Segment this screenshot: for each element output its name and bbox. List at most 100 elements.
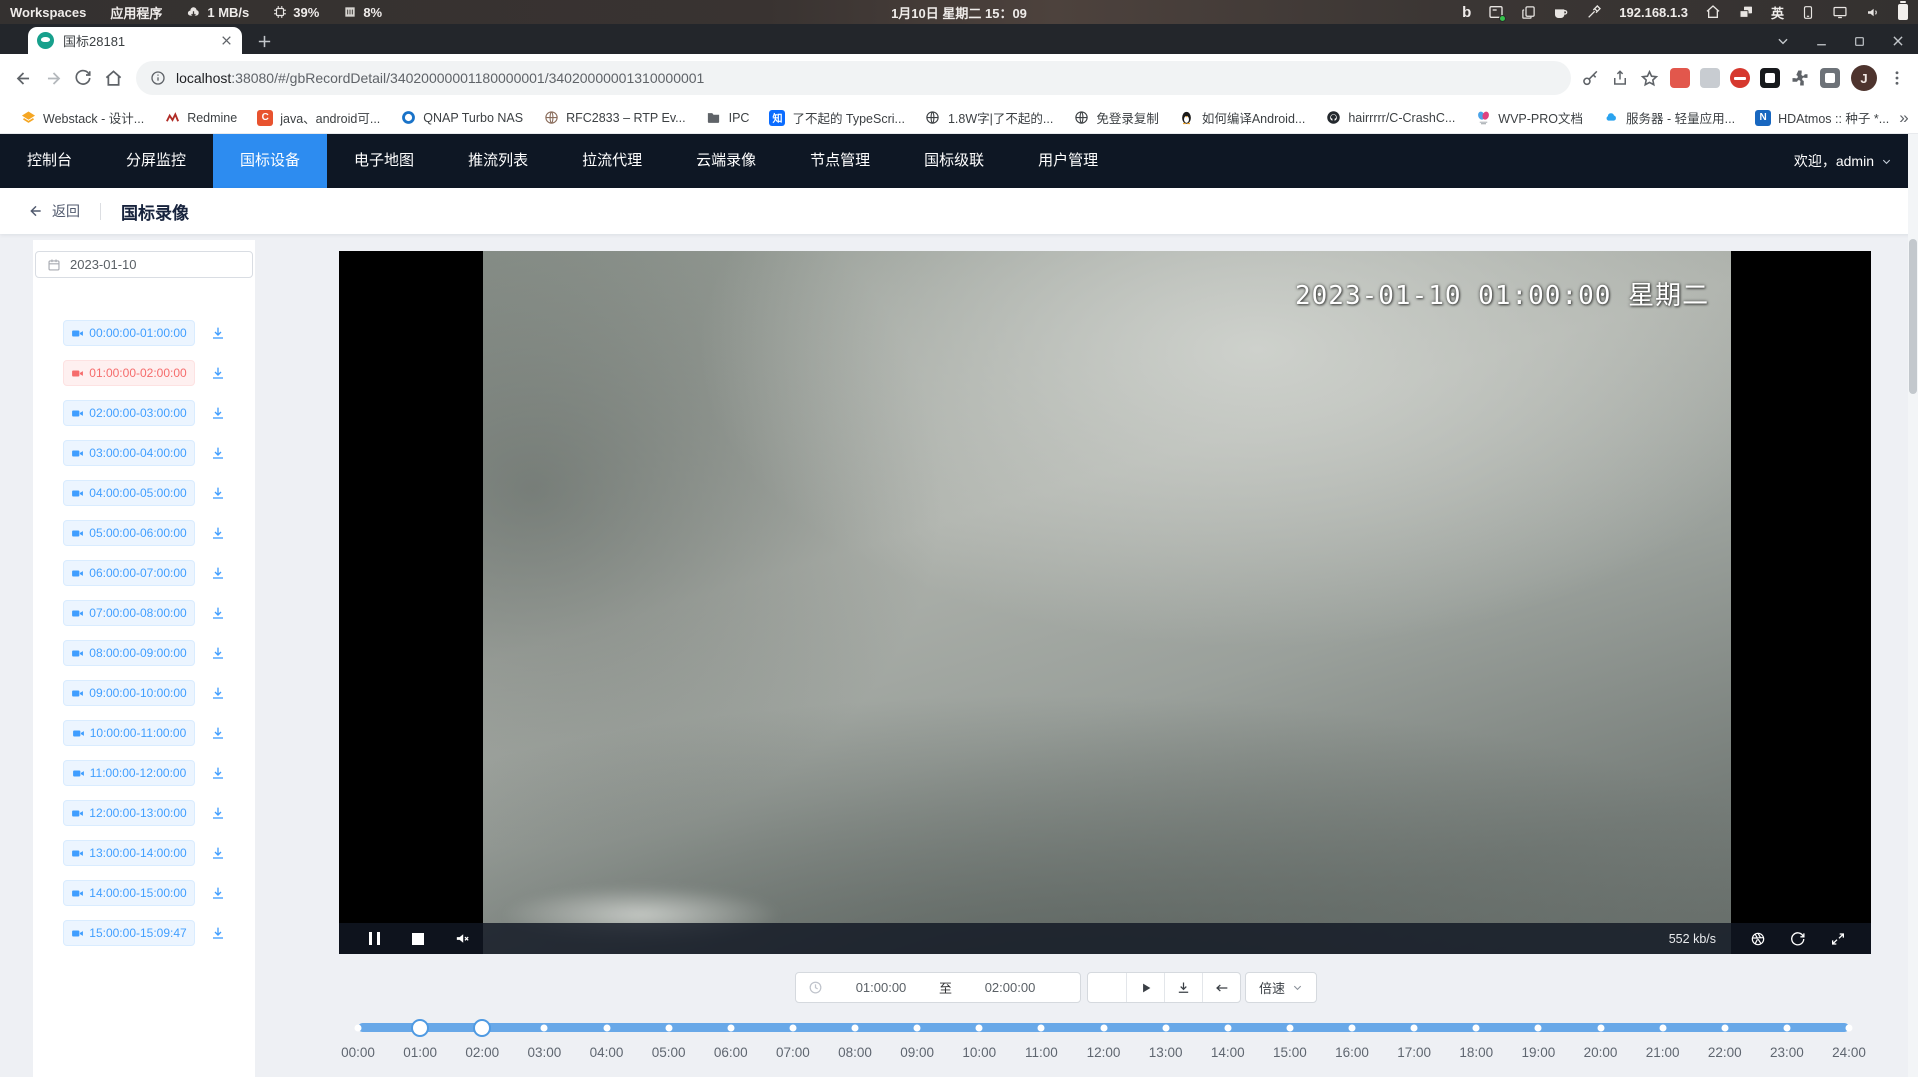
play-button[interactable] [1126, 973, 1164, 1002]
download-clip-button[interactable] [210, 765, 226, 781]
clock[interactable]: 1月10日 星期二 15：09 [891, 3, 1027, 22]
download-clip-button[interactable] [210, 405, 226, 421]
bookmark-item[interactable]: NHDAtmos :: 种子 *... [1745, 108, 1899, 127]
timeline-track[interactable] [358, 1023, 1849, 1032]
bookmark-star-icon[interactable] [1640, 69, 1659, 88]
recording-chip[interactable]: 15:00:00-15:09:47 [63, 920, 195, 946]
bookmark-item[interactable]: 如何编译Android... [1169, 108, 1316, 127]
nav-item-5[interactable]: 拉流代理 [555, 134, 669, 188]
download-clip-button[interactable] [210, 805, 226, 821]
nav-item-7[interactable]: 节点管理 [783, 134, 897, 188]
time-range-input[interactable]: 01:00:00 至 02:00:00 [795, 972, 1081, 1003]
extension-blocker-icon[interactable] [1730, 68, 1750, 88]
recording-chip[interactable]: 11:00:00-12:00:00 [63, 760, 195, 786]
download-clip-button[interactable] [210, 645, 226, 661]
bookmark-item[interactable]: 免登录复制 [1063, 108, 1169, 127]
bookmarks-overflow-chevron[interactable]: » [1899, 108, 1918, 128]
applications-button[interactable]: 应用程序 [110, 3, 162, 22]
recording-chip[interactable]: 09:00:00-10:00:00 [63, 680, 195, 706]
battery-indicator[interactable] [1898, 4, 1908, 20]
recording-chip[interactable]: 06:00:00-07:00:00 [63, 560, 195, 586]
download-recording-button[interactable] [1164, 973, 1202, 1002]
tab-close-icon[interactable] [220, 34, 233, 47]
extension-frame-icon[interactable] [1760, 68, 1780, 88]
download-clip-button[interactable] [210, 565, 226, 581]
download-clip-button[interactable] [210, 605, 226, 621]
download-clip-button[interactable] [210, 485, 226, 501]
bookmark-item[interactable]: RFC2833 – RTP Ev... [533, 108, 696, 127]
bookmark-item[interactable]: QNAP Turbo NAS [390, 108, 533, 127]
recording-chip[interactable]: 00:00:00-01:00:00 [63, 320, 195, 346]
bookmark-item[interactable]: WVP-PRO文档 [1465, 108, 1593, 127]
recording-chip[interactable]: 05:00:00-06:00:00 [63, 520, 195, 546]
profile-avatar[interactable]: J [1851, 65, 1877, 91]
bookmark-item[interactable]: Webstack - 设计... [10, 108, 154, 127]
browser-home-button[interactable] [98, 69, 128, 88]
bookmark-item[interactable]: Cjava、android可... [247, 108, 390, 127]
ip-address-indicator[interactable]: 192.168.1.3 [1619, 5, 1688, 20]
bing-tray-icon[interactable]: b [1462, 4, 1471, 21]
password-key-icon[interactable] [1581, 69, 1600, 88]
recording-chip[interactable]: 12:00:00-13:00:00 [63, 800, 195, 826]
download-clip-button[interactable] [210, 325, 226, 341]
bookmark-item[interactable]: IPC [696, 108, 760, 127]
download-clip-button[interactable] [210, 885, 226, 901]
browser-back-button[interactable] [8, 69, 38, 88]
nav-item-6[interactable]: 云端录像 [669, 134, 783, 188]
browser-menu-icon[interactable] [1888, 69, 1906, 87]
volume-tray-icon[interactable] [1865, 5, 1881, 20]
share-icon[interactable] [1611, 69, 1629, 87]
browser-reload-button[interactable] [68, 69, 98, 87]
address-input[interactable]: localhost:38080/#/gbRecordDetail/3402000… [136, 61, 1571, 95]
display-tray-icon[interactable] [1832, 5, 1848, 20]
phone-tray-icon[interactable] [1801, 5, 1815, 20]
window-close-icon[interactable] [1891, 34, 1905, 48]
nav-item-3[interactable]: 电子地图 [327, 134, 441, 188]
tab-search-chevron-icon[interactable] [1776, 34, 1790, 48]
nav-item-8[interactable]: 国标级联 [897, 134, 1011, 188]
download-clip-button[interactable] [210, 925, 226, 941]
user-menu[interactable]: 欢迎，admin [1794, 151, 1918, 171]
nav-item-1[interactable]: 分屏监控 [99, 134, 213, 188]
browser-tab[interactable]: 国标28181 [28, 27, 242, 54]
recording-chip[interactable]: 04:00:00-05:00:00 [63, 480, 195, 506]
player-pause-button[interactable] [352, 932, 396, 945]
download-clip-button[interactable] [210, 365, 226, 381]
recording-chip[interactable]: 13:00:00-14:00:00 [63, 840, 195, 866]
bookmark-item[interactable]: 服务器 - 轻量应用... [1593, 108, 1745, 127]
back-button[interactable]: 返回 [28, 201, 80, 221]
recording-chip[interactable]: 07:00:00-08:00:00 [63, 600, 195, 626]
timeline-handle[interactable] [473, 1019, 491, 1037]
site-info-icon[interactable] [150, 70, 166, 86]
nav-item-0[interactable]: 控制台 [0, 134, 99, 188]
page-scrollbar-thumb[interactable] [1909, 239, 1917, 394]
browser-forward-button[interactable] [38, 69, 68, 88]
bookmark-item[interactable]: Redmine [154, 108, 247, 127]
timeline-slider[interactable]: 00:0001:0002:0003:0004:0005:0006:0007:00… [358, 1016, 1849, 1077]
recording-chip[interactable]: 02:00:00-03:00:00 [63, 400, 195, 426]
date-picker-input[interactable]: 2023-01-10 [35, 251, 253, 278]
extension-panel-icon[interactable] [1820, 68, 1840, 88]
caffeine-tray-icon[interactable] [1553, 4, 1569, 20]
download-clip-button[interactable] [210, 445, 226, 461]
home-tray-icon[interactable] [1705, 4, 1721, 20]
nav-item-2[interactable]: 国标设备 [213, 134, 327, 188]
nav-item-4[interactable]: 推流列表 [441, 134, 555, 188]
bookmark-item[interactable]: hairrrrr/C-CrashC... [1315, 108, 1465, 127]
recording-chip[interactable]: 08:00:00-09:00:00 [63, 640, 195, 666]
player-mute-button[interactable] [440, 930, 484, 947]
pause-button[interactable] [1088, 973, 1126, 1002]
download-clip-button[interactable] [210, 685, 226, 701]
window-maximize-icon[interactable] [1853, 35, 1866, 48]
playback-speed-dropdown[interactable]: 倍速 [1245, 972, 1317, 1003]
download-clip-button[interactable] [210, 525, 226, 541]
page-scrollbar[interactable] [1908, 134, 1918, 1077]
recording-chip[interactable]: 03:00:00-04:00:00 [63, 440, 195, 466]
new-tab-button[interactable] [256, 33, 273, 50]
timeline-handle[interactable] [411, 1019, 429, 1037]
recording-chip[interactable]: 14:00:00-15:00:00 [63, 880, 195, 906]
range-start-time[interactable]: 01:00:00 [823, 980, 939, 995]
player-refresh-button[interactable] [1778, 931, 1818, 947]
range-end-time[interactable]: 02:00:00 [952, 980, 1068, 995]
input-language-indicator[interactable]: 英 [1771, 3, 1784, 22]
